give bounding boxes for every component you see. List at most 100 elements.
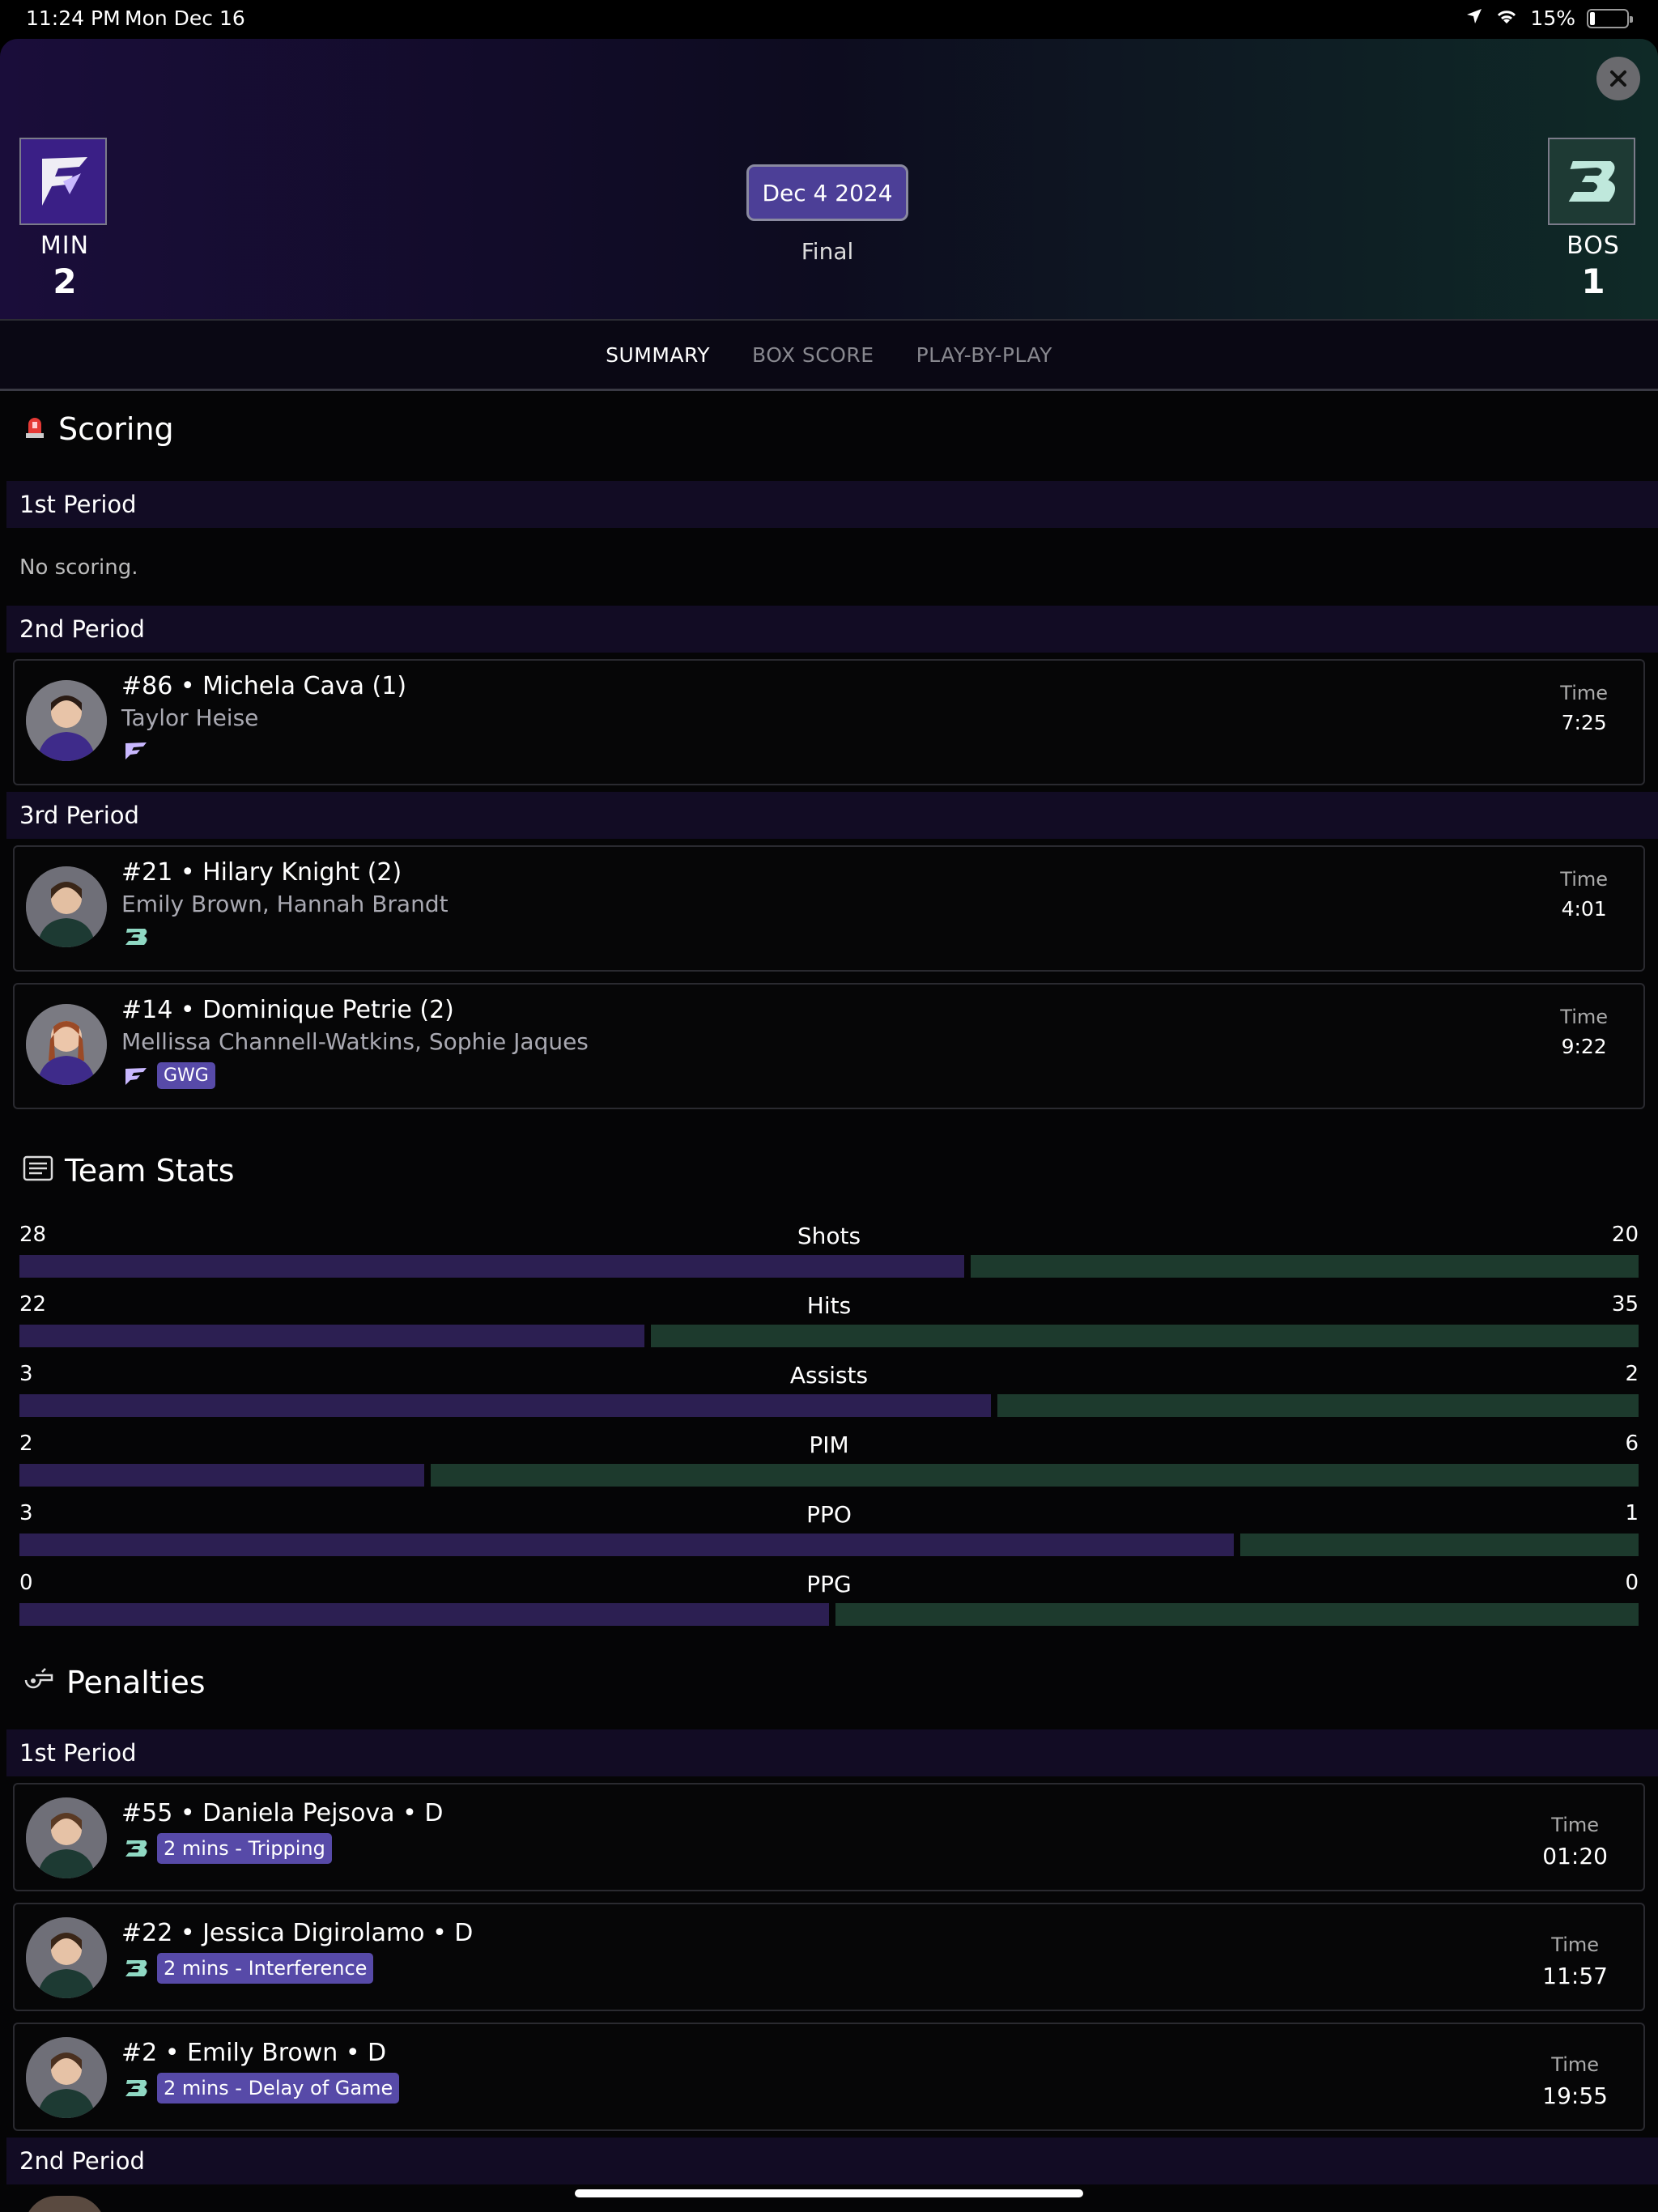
wifi-icon	[1494, 6, 1519, 30]
penalty-time-value: 19:55	[1542, 2082, 1608, 2109]
stat-label: Shots	[797, 1223, 861, 1249]
away-team[interactable]: BOS 1	[1548, 138, 1639, 301]
stat-away-value: 20	[1611, 1223, 1639, 1247]
home-indicator[interactable]	[575, 2189, 1083, 2197]
battery-icon	[1587, 8, 1633, 28]
stat-label: Assists	[789, 1362, 869, 1389]
team-stats-title: Team Stats	[65, 1153, 235, 1189]
stat-label: PIM	[809, 1431, 849, 1458]
scoring-period-3: 3rd Period	[6, 792, 1658, 839]
game-sheet: MIN 2 Dec 4 2024 Final BOS 1 SUMMARY BOX…	[0, 39, 1658, 2212]
team-stats-heading: Team Stats	[23, 1153, 235, 1189]
penalty-player: #2 • Emily Brown • D	[121, 2039, 387, 2067]
goal-scorer: #86 • Michela Cava (1)	[121, 672, 407, 700]
stat-label: PPO	[806, 1501, 852, 1528]
stat-bars	[19, 1603, 1639, 1626]
tab-box-score[interactable]: BOX SCORE	[752, 343, 874, 367]
boston-logo-icon	[121, 925, 151, 949]
tab-play-by-play[interactable]: PLAY-BY-PLAY	[916, 343, 1052, 367]
goal-marks: GWG	[121, 1062, 215, 1089]
goal-marks	[121, 738, 151, 763]
away-score: 1	[1581, 262, 1605, 301]
stat-away-value: 0	[1625, 1571, 1639, 1595]
boston-logo-icon	[121, 2076, 151, 2100]
player-avatar	[26, 866, 107, 947]
list-icon	[23, 1153, 53, 1189]
home-score: 2	[53, 262, 77, 301]
stat-bar-home	[19, 1603, 829, 1626]
stat-bar-home	[19, 1464, 424, 1487]
penalties-heading: Penalties	[23, 1665, 206, 1700]
battery-percent: 15%	[1530, 6, 1575, 30]
goal-card[interactable]: #14 • Dominique Petrie (2) Mellissa Chan…	[13, 983, 1645, 1109]
status-time: 11:24 PM	[26, 6, 121, 30]
player-avatar	[26, 1917, 107, 1998]
penalty-card[interactable]: #2 • Emily Brown • D 2 mins - Delay of G…	[13, 2023, 1645, 2131]
penalty-time: Time 19:55	[1542, 2053, 1608, 2109]
goal-time: Time 9:22	[1560, 1006, 1608, 1058]
goal-time-value: 4:01	[1561, 897, 1607, 921]
home-team[interactable]: MIN 2	[19, 138, 110, 301]
location-icon	[1465, 6, 1483, 30]
penalties-title: Penalties	[66, 1665, 206, 1700]
stat-away-value: 35	[1611, 1292, 1639, 1317]
penalty-marks: 2 mins - Tripping	[121, 1833, 332, 1864]
penalty-time-value: 11:57	[1542, 1963, 1608, 1989]
boston-logo-icon	[121, 1836, 151, 1861]
penalty-player: #22 • Jessica Digirolamo • D	[121, 1919, 474, 1947]
goal-time-value: 9:22	[1561, 1035, 1607, 1058]
stat-bar-away	[650, 1325, 1639, 1347]
gwg-badge: GWG	[157, 1062, 215, 1089]
goal-time: Time 4:01	[1560, 868, 1608, 921]
penalty-badge: 2 mins - Tripping	[157, 1833, 332, 1864]
close-icon	[1610, 70, 1626, 87]
stat-bars	[19, 1394, 1639, 1417]
game-header: MIN 2 Dec 4 2024 Final BOS 1	[0, 39, 1658, 321]
goal-time: Time 7:25	[1560, 682, 1608, 734]
stat-row: 28 Shots 20	[19, 1223, 1639, 1287]
scoring-title: Scoring	[58, 411, 174, 447]
status-bar: 11:24 PM Mon Dec 16 15%	[0, 0, 1658, 39]
player-avatar	[26, 1004, 107, 1085]
game-status: Final	[801, 238, 854, 265]
stat-bar-home	[19, 1325, 644, 1347]
stat-row: 3 Assists 2	[19, 1362, 1639, 1427]
stat-bar-away	[970, 1255, 1639, 1278]
penalty-time-label: Time	[1551, 1933, 1600, 1956]
stat-bar-home	[19, 1534, 1234, 1556]
tab-summary[interactable]: SUMMARY	[606, 343, 710, 367]
status-date: Mon Dec 16	[125, 6, 245, 30]
tab-bar: SUMMARY BOX SCORE PLAY-BY-PLAY	[0, 321, 1658, 391]
game-date[interactable]: Dec 4 2024	[746, 164, 908, 221]
goal-scorer: #21 • Hilary Knight (2)	[121, 858, 402, 887]
penalty-period-2: 2nd Period	[6, 2138, 1658, 2184]
stat-bar-home	[19, 1394, 991, 1417]
goal-time-label: Time	[1560, 868, 1608, 891]
stat-label: PPG	[806, 1571, 852, 1597]
goal-marks	[121, 925, 151, 949]
stat-away-value: 2	[1625, 1362, 1639, 1386]
stat-bar-home	[19, 1255, 964, 1278]
scoring-period-1: 1st Period	[6, 481, 1658, 528]
goal-time-label: Time	[1560, 682, 1608, 704]
player-avatar	[24, 2196, 105, 2212]
scoring-period-2: 2nd Period	[6, 606, 1658, 653]
penalty-card[interactable]: #22 • Jessica Digirolamo • D 2 mins - In…	[13, 1903, 1645, 2011]
boston-logo-icon	[121, 1956, 151, 1980]
penalty-badge: 2 mins - Interference	[157, 1953, 374, 1984]
stat-bar-away	[835, 1603, 1639, 1626]
siren-icon	[23, 411, 47, 447]
stat-row: 0 PPG 0	[19, 1571, 1639, 1636]
goal-assists: Emily Brown, Hannah Brandt	[121, 891, 449, 917]
stat-bars	[19, 1255, 1639, 1278]
player-avatar	[26, 2037, 107, 2118]
close-button[interactable]	[1596, 57, 1640, 100]
penalty-card[interactable]: #55 • Daniela Pejsova • D 2 mins - Tripp…	[13, 1783, 1645, 1891]
stat-row: 2 PIM 6	[19, 1431, 1639, 1496]
goal-card[interactable]: #21 • Hilary Knight (2) Emily Brown, Han…	[13, 845, 1645, 972]
penalty-time: Time 01:20	[1542, 1814, 1608, 1870]
goal-card[interactable]: #86 • Michela Cava (1) Taylor Heise Time…	[13, 659, 1645, 785]
goal-assists: Mellissa Channell-Watkins, Sophie Jaques	[121, 1028, 589, 1055]
goal-time-value: 7:25	[1561, 711, 1607, 734]
status-right: 15%	[1465, 6, 1633, 30]
